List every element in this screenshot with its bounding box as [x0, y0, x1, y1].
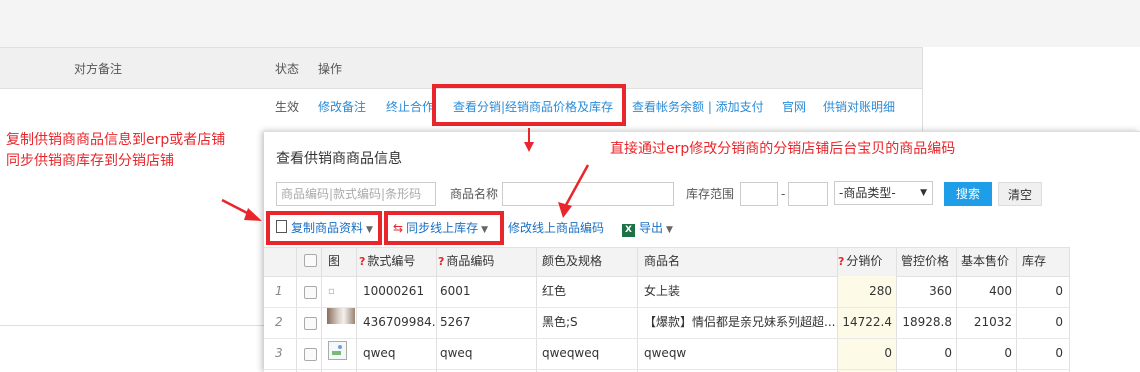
- annotation-arrows: [221, 128, 590, 221]
- arrow-to-modify: [564, 164, 590, 206]
